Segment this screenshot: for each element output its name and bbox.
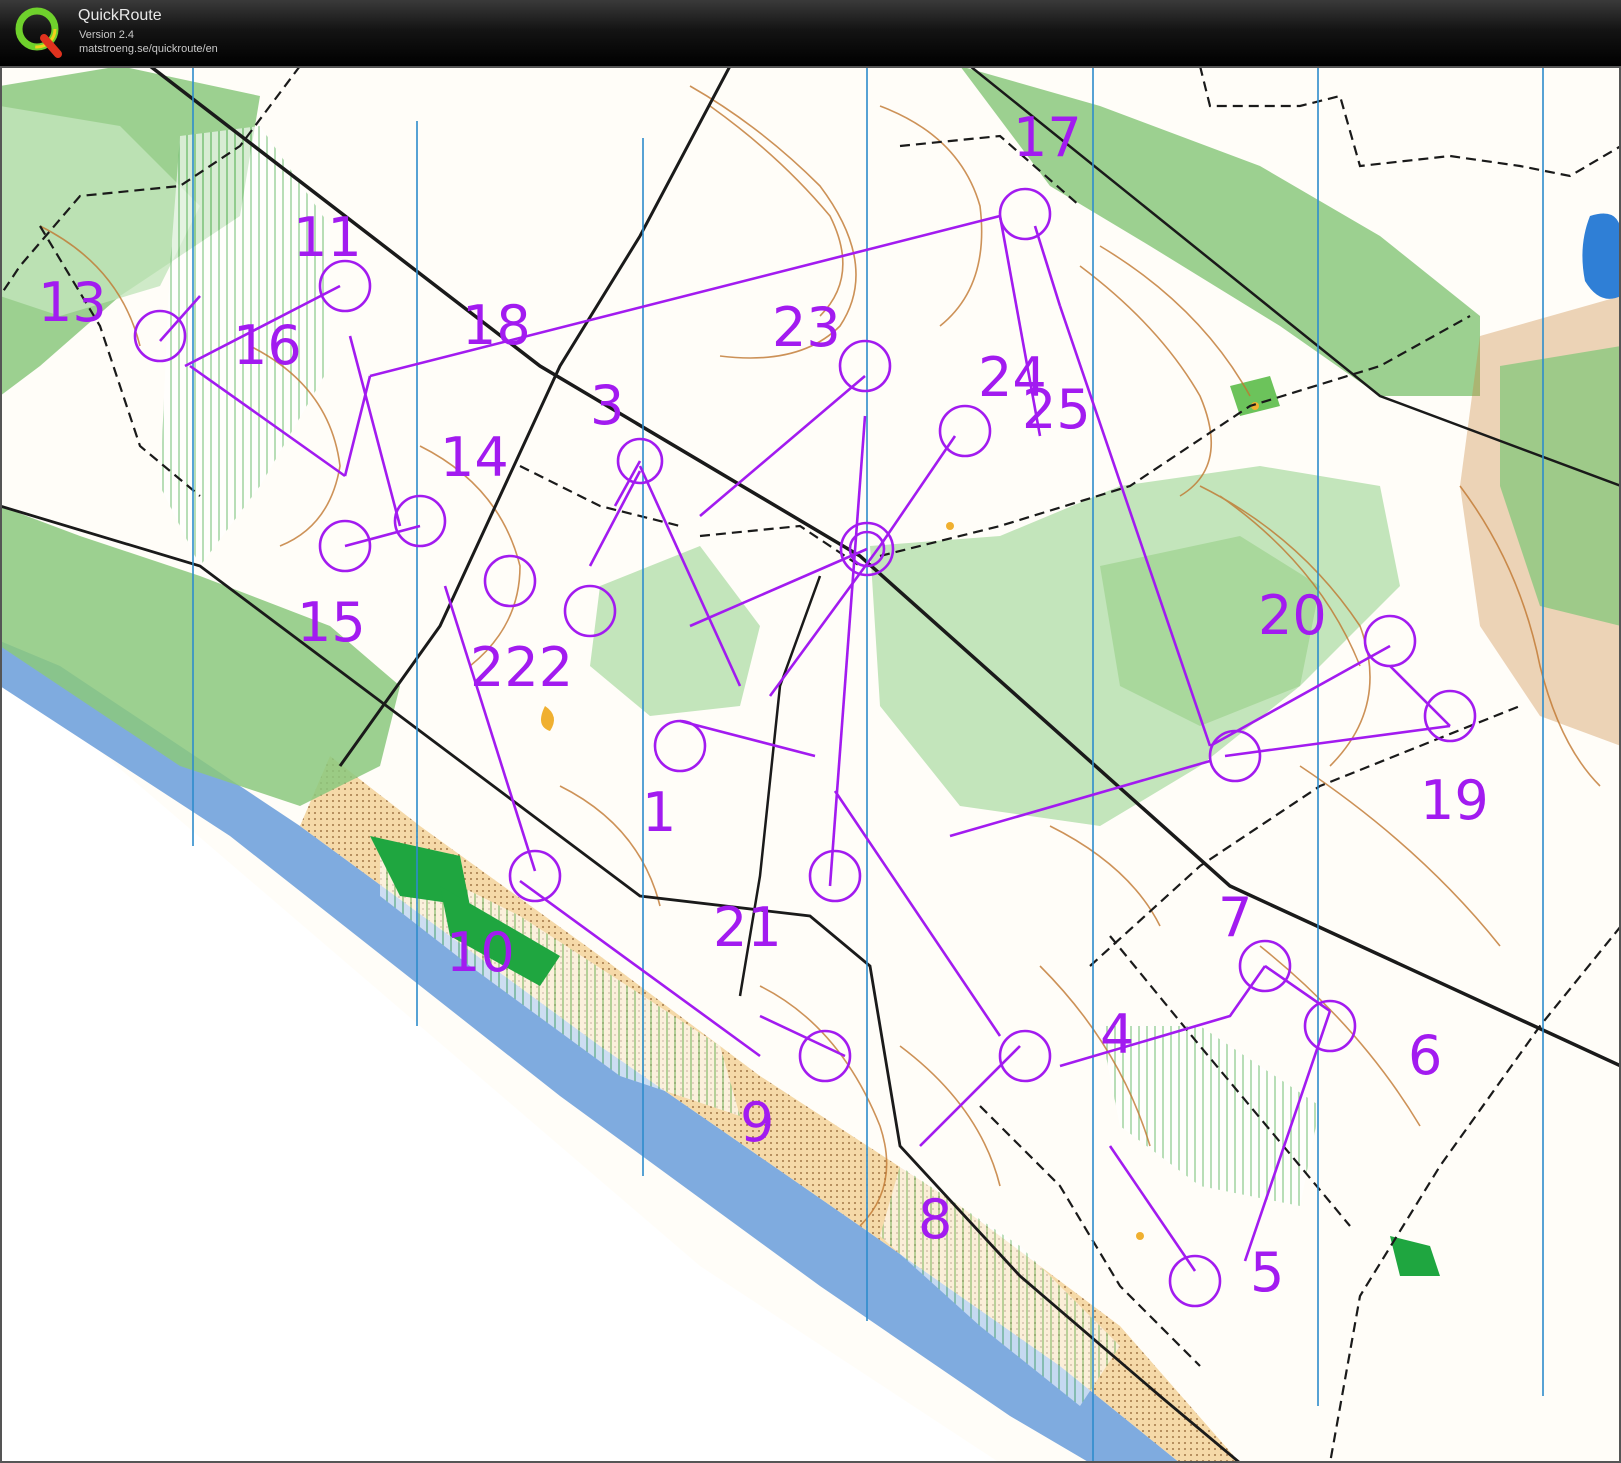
quickroute-window: QuickRoute Version 2.4 matstroeng.se/qui… bbox=[0, 0, 1621, 1463]
control-number: 21 bbox=[713, 896, 782, 959]
app-version: Version 2.4 bbox=[79, 29, 135, 41]
control-number: 15 bbox=[297, 591, 366, 654]
control-number: 13 bbox=[38, 271, 107, 334]
control-number: 25 bbox=[1022, 378, 1091, 441]
control-number: 3 bbox=[590, 374, 624, 437]
control-number: 6 bbox=[1408, 1024, 1442, 1087]
control-number: 4 bbox=[1100, 1003, 1134, 1066]
quickroute-logo-icon bbox=[15, 7, 62, 58]
control-number: 19 bbox=[1420, 769, 1489, 832]
control-number: 23 bbox=[772, 296, 841, 359]
app-title: QuickRoute bbox=[78, 7, 162, 24]
control-number: 11 bbox=[293, 206, 362, 269]
control-number: 10 bbox=[446, 921, 515, 984]
title-bar: QuickRoute Version 2.4 matstroeng.se/qui… bbox=[0, 0, 1621, 66]
control-number: 17 bbox=[1013, 106, 1082, 169]
control-number: 8 bbox=[918, 1188, 952, 1251]
control-number: 9 bbox=[740, 1091, 774, 1154]
control-number: 16 bbox=[233, 314, 302, 377]
control-number: 18 bbox=[462, 294, 531, 357]
control-number: 222 bbox=[470, 636, 573, 699]
map-canvas[interactable]: 1 3 4 5 6 7 8 9 10 11 13 14 15 16 17 18 … bbox=[0, 66, 1621, 1463]
app-url[interactable]: matstroeng.se/quickroute/en bbox=[79, 43, 218, 55]
control-number: 7 bbox=[1218, 886, 1252, 949]
control-number: 14 bbox=[440, 426, 509, 489]
control-number: 5 bbox=[1250, 1241, 1284, 1304]
control-number: 1 bbox=[642, 781, 676, 844]
orienteering-map[interactable]: 1 3 4 5 6 7 8 9 10 11 13 14 15 16 17 18 … bbox=[0, 66, 1621, 1463]
control-number: 20 bbox=[1258, 584, 1327, 647]
